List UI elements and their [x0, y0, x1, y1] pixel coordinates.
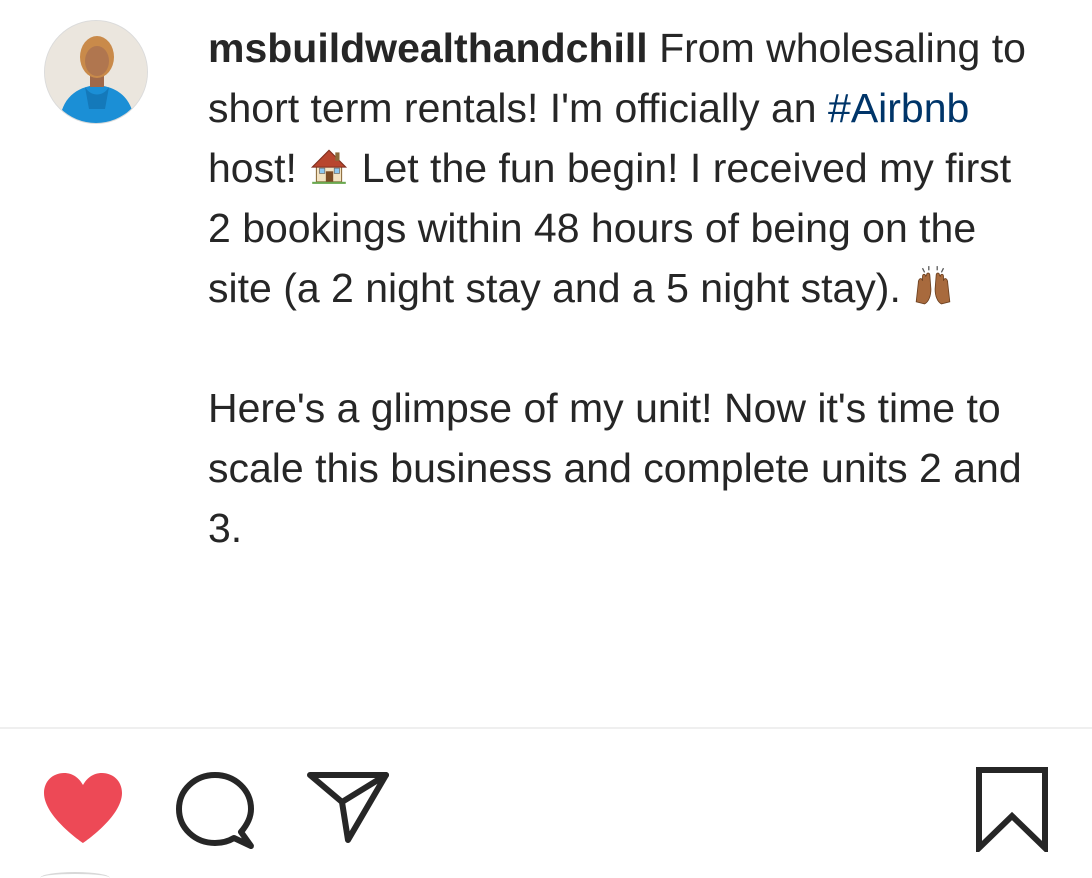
- username-link[interactable]: msbuildwealthandchill: [208, 25, 648, 71]
- divider: [0, 727, 1092, 729]
- caption-paragraph: Here's a glimpse of my unit! Now it's ti…: [208, 385, 1022, 551]
- hashtag-link[interactable]: #Airbnb: [828, 85, 969, 131]
- raising-hands-emoji: [915, 266, 951, 305]
- avatar[interactable]: [44, 20, 148, 124]
- post-caption: msbuildwealthandchill From wholesaling t…: [208, 18, 1028, 558]
- caption-paragraph: msbuildwealthandchill From wholesaling t…: [208, 18, 1028, 318]
- caption-text: host!: [208, 145, 309, 191]
- heart-icon[interactable]: [42, 771, 124, 845]
- next-comment-avatar: [40, 872, 110, 878]
- instagram-post: msbuildwealthandchill From wholesaling t…: [0, 0, 1092, 878]
- comment-icon[interactable]: [175, 770, 257, 852]
- house-emoji: [311, 149, 348, 184]
- bookmark-icon[interactable]: [974, 766, 1050, 852]
- share-icon[interactable]: [306, 770, 390, 844]
